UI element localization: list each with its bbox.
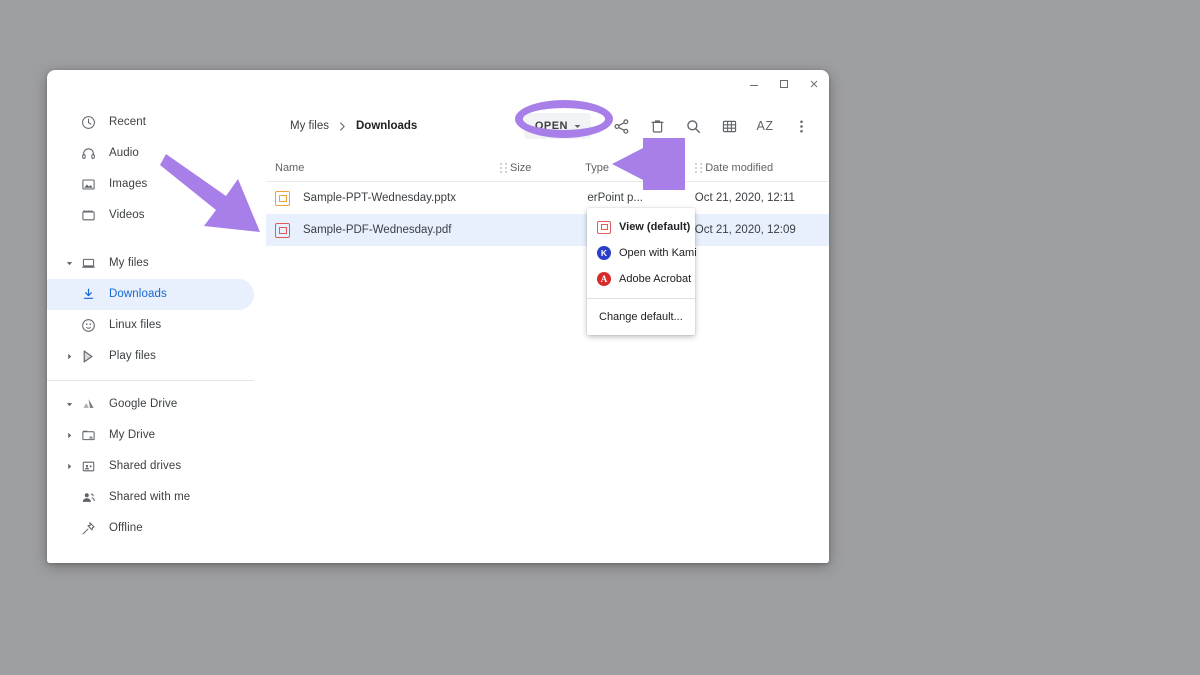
- sidebar-item-play-files[interactable]: Play files: [47, 341, 254, 372]
- open-button-label: OPEN: [534, 120, 568, 132]
- sidebar-item-downloads[interactable]: Downloads: [47, 279, 254, 310]
- chevron-right-icon[interactable]: [63, 352, 76, 361]
- sidebar-item-label: My Drive: [109, 428, 156, 441]
- search-icon[interactable]: [675, 108, 711, 144]
- kami-icon: K: [597, 246, 611, 260]
- column-resize-handle[interactable]: [496, 162, 510, 173]
- file-name-cell: Sample-PPT-Wednesday.pptx: [275, 190, 511, 206]
- headphones-icon: [76, 146, 100, 161]
- maximize-button[interactable]: [769, 70, 799, 98]
- sidebar-item-label: Offline: [109, 521, 143, 534]
- sidebar-item-offline[interactable]: Offline: [47, 513, 254, 544]
- breadcrumb-current[interactable]: Downloads: [352, 117, 421, 135]
- menu-item-adobe-acrobat[interactable]: A Adobe Acrobat: [587, 266, 695, 292]
- chevron-down-icon[interactable]: [63, 259, 76, 268]
- window-titlebar: [47, 70, 829, 98]
- menu-item-label: Change default...: [599, 311, 683, 323]
- sidebar-item-my-files[interactable]: My files: [47, 248, 254, 279]
- menu-divider: [587, 298, 695, 299]
- sidebar-item-label: Videos: [109, 208, 145, 221]
- clock-icon: [76, 115, 100, 130]
- menu-item-change-default[interactable]: Change default...: [587, 305, 695, 329]
- column-header-name[interactable]: Name: [275, 162, 496, 174]
- sidebar-item-audio[interactable]: Audio: [47, 138, 254, 169]
- delete-icon[interactable]: [639, 108, 675, 144]
- table-header-row: Name Size Type Date modified: [266, 154, 829, 182]
- share-icon[interactable]: [603, 108, 639, 144]
- sidebar-item-label: Images: [109, 177, 148, 190]
- open-dropdown-menu: View (default) K Open with Kami A Adobe …: [587, 208, 697, 335]
- sidebar-item-linux-files[interactable]: Linux files: [47, 310, 254, 341]
- view-file-icon: [597, 220, 611, 234]
- sidebar-item-label: Linux files: [109, 318, 162, 331]
- adobe-acrobat-icon: A: [597, 272, 611, 286]
- breadcrumb-parent[interactable]: My files: [286, 117, 333, 135]
- sort-az-label: AZ: [756, 119, 774, 133]
- file-name-label: Sample-PDF-Wednesday.pdf: [303, 224, 452, 236]
- people-icon: [76, 490, 100, 505]
- open-button[interactable]: OPEN: [523, 113, 591, 139]
- sidebar: Recent Audio Images Videos My files Down…: [47, 98, 266, 563]
- sidebar-item-shared-with-me[interactable]: Shared with me: [47, 482, 254, 513]
- my-drive-icon: [76, 428, 100, 443]
- play-store-icon: [76, 349, 100, 364]
- column-header-type[interactable]: Type: [585, 162, 691, 174]
- menu-item-label: Adobe Acrobat: [619, 273, 692, 285]
- sidebar-item-label: My files: [109, 256, 149, 269]
- chevron-right-icon[interactable]: [63, 431, 76, 440]
- file-name-cell: Sample-PDF-Wednesday.pdf: [275, 222, 511, 238]
- sidebar-item-label: Play files: [109, 349, 157, 362]
- video-icon: [76, 208, 100, 223]
- table-row[interactable]: Sample-PDF-Wednesday.pdf document Oct 21…: [266, 214, 829, 246]
- google-drive-icon: [76, 397, 100, 412]
- files-app-window: Recent Audio Images Videos My files Down…: [47, 70, 829, 563]
- chevron-down-icon[interactable]: [63, 400, 76, 409]
- main-toolbar: My files Downloads OPEN AZ: [266, 98, 829, 154]
- column-header-size[interactable]: Size: [510, 162, 585, 174]
- chevron-right-icon[interactable]: [63, 462, 76, 471]
- table-row[interactable]: Sample-PPT-Wednesday.pptx erPoint p... O…: [266, 182, 829, 214]
- sort-az-icon[interactable]: AZ: [747, 108, 783, 144]
- download-icon: [76, 287, 100, 302]
- sidebar-item-label: Shared with me: [109, 490, 191, 503]
- minimize-button[interactable]: [739, 70, 769, 98]
- file-date-cell: Oct 21, 2020, 12:09: [694, 224, 796, 236]
- file-name-label: Sample-PPT-Wednesday.pptx: [303, 192, 456, 204]
- column-resize-handle[interactable]: [691, 162, 705, 173]
- file-date-cell: Oct 21, 2020, 12:11: [694, 192, 795, 204]
- column-header-date-modified[interactable]: Date modified: [705, 162, 829, 174]
- grid-view-icon[interactable]: [711, 108, 747, 144]
- menu-item-view-default[interactable]: View (default): [587, 214, 695, 240]
- sidebar-item-videos[interactable]: Videos: [47, 200, 254, 231]
- sidebar-item-label: Audio: [109, 146, 139, 159]
- sidebar-item-recent[interactable]: Recent: [47, 107, 254, 138]
- sidebar-item-label: Recent: [109, 115, 147, 128]
- close-button[interactable]: [799, 70, 829, 98]
- shared-drives-icon: [76, 459, 100, 474]
- menu-item-open-with-kami[interactable]: K Open with Kami: [587, 240, 697, 266]
- laptop-icon: [76, 256, 100, 271]
- chevron-down-icon: [573, 122, 582, 131]
- pdf-file-icon: [275, 222, 290, 238]
- linux-icon: [76, 318, 100, 333]
- sidebar-item-images[interactable]: Images: [47, 169, 254, 200]
- pin-icon: [76, 521, 100, 536]
- menu-item-label: Open with Kami: [619, 247, 697, 259]
- breadcrumb: My files Downloads: [286, 117, 524, 135]
- main-pane: My files Downloads OPEN AZ Name Size Typ…: [266, 98, 829, 563]
- sidebar-item-my-drive[interactable]: My Drive: [47, 420, 254, 451]
- sidebar-item-shared-drives[interactable]: Shared drives: [47, 451, 254, 482]
- sidebar-divider: [47, 380, 254, 381]
- chevron-right-icon: [337, 121, 348, 132]
- file-type-cell: erPoint p...: [587, 192, 643, 204]
- ppt-file-icon: [275, 190, 290, 206]
- image-icon: [76, 177, 100, 192]
- sidebar-item-label: Google Drive: [109, 397, 178, 410]
- more-vert-icon[interactable]: [783, 108, 819, 144]
- menu-item-label: View (default): [619, 221, 691, 233]
- sidebar-item-google-drive[interactable]: Google Drive: [47, 389, 254, 420]
- file-list-table: Name Size Type Date modified Sample-PPT-…: [266, 154, 829, 246]
- sidebar-item-label: Downloads: [109, 287, 167, 300]
- sidebar-item-label: Shared drives: [109, 459, 182, 472]
